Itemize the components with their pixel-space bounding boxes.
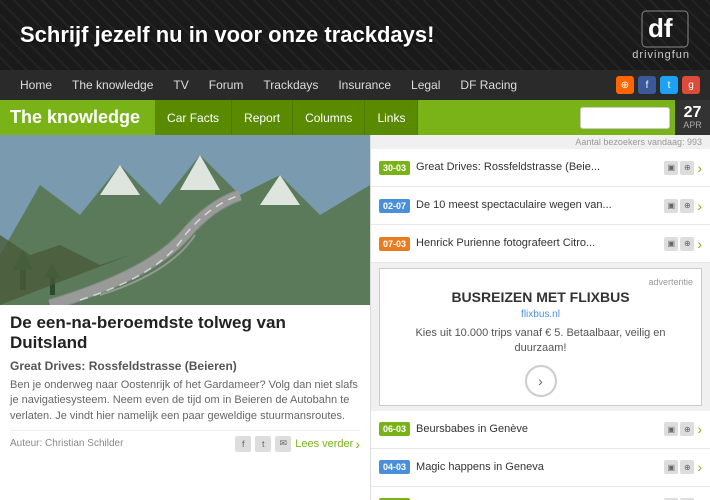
sidebar-arrow-4: › [697,459,702,475]
tab-columns[interactable]: Columns [293,100,365,135]
sidebar-date-1: 02-07 [379,199,410,213]
sidebar-icon-img-2: ▣ [664,237,678,251]
share-facebook-icon[interactable]: f [235,436,251,452]
sidebar-date-4: 04-03 [379,460,410,474]
article-author: Auteur: Christian Schilder [10,438,123,449]
article-actions: f t ✉ Lees verder › [235,436,360,452]
ad-cta-button[interactable]: › [525,365,557,397]
last-accessed: Aantal bezoekers vandaag: 993 [371,135,710,149]
nav-item-dfracing[interactable]: DF Racing [450,70,527,100]
sidebar-date-2: 07-03 [379,237,410,251]
ad-text: Kies uit 10.000 trips vanaf € 5. Betaalb… [388,326,693,357]
sidebar-item-2[interactable]: 07-03 Henrick Purienne fotografeert Citr… [371,225,710,263]
sidebar-date-3: 06-03 [379,422,410,436]
ad-label: advertentie [388,277,693,287]
sidebar-text-4: Magic happens in Geneva [416,460,660,474]
nav-item-forum[interactable]: Forum [199,70,254,100]
article-footer: Auteur: Christian Schilder f t ✉ Lees ve… [10,430,360,452]
sidebar-icons-3: ▣ ⊕ [664,422,694,436]
nav-item-knowledge[interactable]: The knowledge [62,70,163,100]
tab-car-facts[interactable]: Car Facts [155,100,232,135]
share-mail-icon[interactable]: ✉ [275,436,291,452]
sidebar-text-1: De 10 meest spectaculaire wegen van... [416,198,660,212]
tab-report[interactable]: Report [232,100,293,135]
section-title: The knowledge [10,107,155,128]
sidebar: Aantal bezoekers vandaag: 993 30-03 Grea… [370,135,710,500]
sidebar-icon-share-2: ⊕ [680,237,694,251]
search-input[interactable] [580,107,670,129]
header-banner: Schrijf jezelf nu in voor onze trackdays… [0,0,710,70]
sidebar-icon-share-3: ⊕ [680,422,694,436]
ad-domain: flixbus.nl [388,309,693,320]
section-header: The knowledge Car Facts Report Columns L… [0,100,710,135]
nav-item-home[interactable]: Home [10,70,62,100]
sidebar-icon-img-0: ▣ [664,161,678,175]
article-text: Ben je onderweg naar Oostenrijk of het G… [10,378,360,424]
sidebar-item-4[interactable]: 04-03 Magic happens in Geneva ▣ ⊕ › [371,449,710,487]
date-month: APR [683,121,702,130]
sidebar-item-5[interactable]: 01-02 Lamp van de toekomst ziet er niet … [371,487,710,500]
sidebar-icons-1: ▣ ⊕ [664,199,694,213]
logo-text: drivingfun [632,49,690,61]
site-wrapper: Schrijf jezelf nu in voor onze trackdays… [0,0,710,500]
nav-item-tv[interactable]: TV [163,70,198,100]
nav-item-trackdays[interactable]: Trackdays [253,70,328,100]
nav-item-legal[interactable]: Legal [401,70,450,100]
googleplus-icon[interactable]: g [682,76,700,94]
sidebar-item-3[interactable]: 06-03 Beursbabes in Genève ▣ ⊕ › [371,411,710,449]
ad-block: advertentie BUSREIZEN MET FLIXBUS flixbu… [379,268,702,406]
article-image [0,135,370,305]
read-more-link[interactable]: Lees verder › [295,436,360,452]
article-image-svg [0,135,370,305]
sidebar-icon-share-0: ⊕ [680,161,694,175]
read-more-arrow-icon: › [355,436,360,452]
sidebar-arrow-1: › [697,198,702,214]
nav-bar: Home The knowledge TV Forum Trackdays In… [0,70,710,100]
sidebar-arrow-2: › [697,236,702,252]
sidebar-date-0: 30-03 [379,161,410,175]
main-content: De een-na-beroemdste tolweg van Duitslan… [0,135,710,500]
article-area: De een-na-beroemdste tolweg van Duitslan… [0,135,370,500]
nav-item-insurance[interactable]: Insurance [328,70,401,100]
sidebar-icon-img-1: ▣ [664,199,678,213]
article-headline: De een-na-beroemdste tolweg van Duitslan… [10,313,360,354]
sidebar-icon-img-4: ▣ [664,460,678,474]
sidebar-text-2: Henrick Purienne fotografeert Citro... [416,236,660,250]
df-logo-svg: df [640,9,690,49]
sidebar-icon-img-3: ▣ [664,422,678,436]
twitter-icon[interactable]: t [660,76,678,94]
sidebar-icon-share-1: ⊕ [680,199,694,213]
sidebar-item-0[interactable]: 30-03 Great Drives: Rossfeldstrasse (Bei… [371,149,710,187]
sidebar-icons-0: ▣ ⊕ [664,161,694,175]
tab-links[interactable]: Links [365,100,418,135]
banner-title: Schrijf jezelf nu in voor onze trackdays… [20,22,434,48]
date-day: 27 [684,105,702,121]
sidebar-icons-2: ▣ ⊕ [664,237,694,251]
sidebar-item-1[interactable]: 02-07 De 10 meest spectaculaire wegen va… [371,187,710,225]
svg-text:df: df [648,13,673,43]
search-area [580,107,675,129]
sidebar-text-0: Great Drives: Rossfeldstrasse (Beie... [416,160,660,174]
ad-title: BUSREIZEN MET FLIXBUS [388,289,693,305]
article-body: De een-na-beroemdste tolweg van Duitslan… [0,305,370,460]
facebook-icon[interactable]: f [638,76,656,94]
sidebar-text-3: Beursbabes in Genève [416,422,660,436]
sidebar-icon-share-4: ⊕ [680,460,694,474]
sidebar-arrow-0: › [697,160,702,176]
section-tabs: Car Facts Report Columns Links [155,100,418,135]
article-subhead: Great Drives: Rossfeldstrasse (Beieren) [10,359,360,373]
site-logo: df drivingfun [632,9,690,61]
social-icons: ⊕ f t g [616,76,700,94]
sidebar-arrow-3: › [697,421,702,437]
rss-icon[interactable]: ⊕ [616,76,634,94]
share-twitter-icon[interactable]: t [255,436,271,452]
date-badge: 27 APR [675,100,710,135]
sidebar-icons-4: ▣ ⊕ [664,460,694,474]
